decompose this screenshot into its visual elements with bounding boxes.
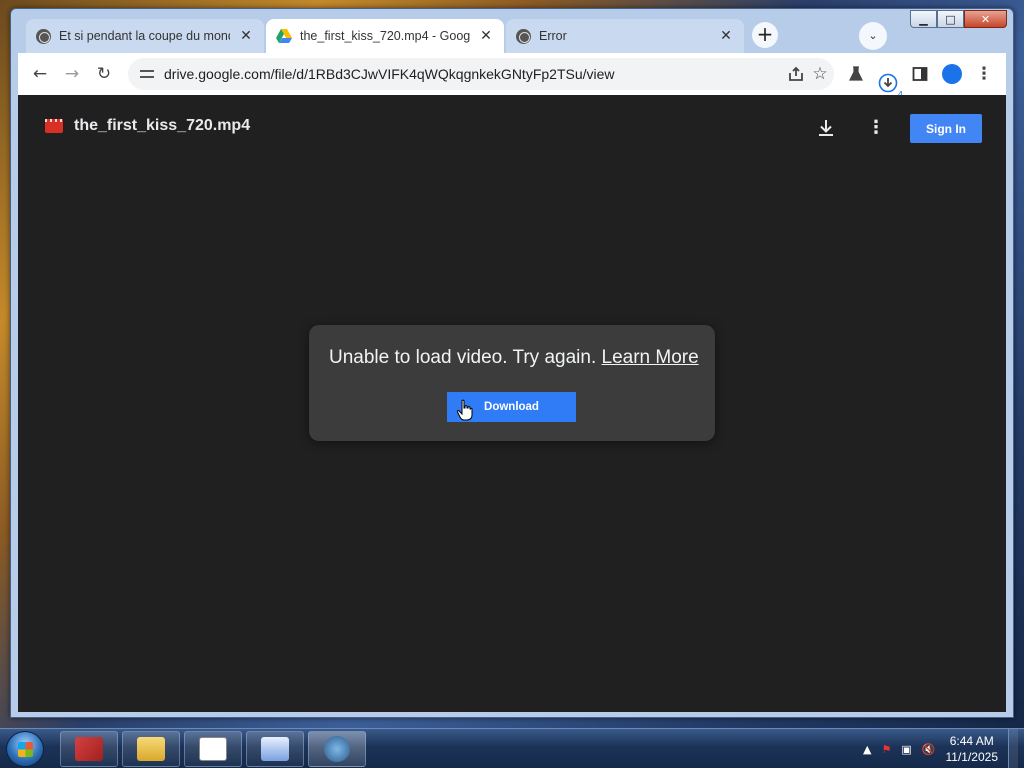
hand-cursor-icon bbox=[457, 399, 473, 421]
maximize-button[interactable]: □ bbox=[937, 10, 964, 28]
forward-icon[interactable]: → bbox=[60, 62, 84, 86]
network-icon[interactable]: ▣ bbox=[901, 743, 911, 756]
error-message: Unable to load video. Try again. Learn M… bbox=[329, 347, 699, 369]
globe-icon bbox=[36, 28, 51, 44]
volume-muted-icon[interactable]: 🔇 bbox=[922, 743, 936, 756]
learn-more-link[interactable]: Learn More bbox=[602, 347, 699, 368]
clock-date: 11/1/2025 bbox=[945, 750, 999, 764]
folder-icon bbox=[137, 737, 165, 761]
action-center-flag-icon[interactable]: ⚑ bbox=[882, 743, 892, 756]
address-bar[interactable]: drive.google.com/file/d/1RBd3CJwVIFK4qWQ… bbox=[128, 58, 834, 90]
browser-icon bbox=[324, 736, 350, 762]
video-file-icon bbox=[45, 119, 63, 133]
tab-title: Et si pendant la coupe du mond bbox=[59, 29, 230, 43]
show-hidden-icons-arrow[interactable]: ▲ bbox=[863, 743, 871, 756]
more-options-icon[interactable]: ⋮ bbox=[867, 117, 885, 141]
taskbar-browser[interactable] bbox=[308, 731, 366, 767]
profile-avatar-icon[interactable] bbox=[940, 62, 964, 86]
close-tab-icon[interactable]: ✕ bbox=[238, 28, 254, 44]
tab-title: Error bbox=[539, 29, 567, 43]
show-desktop-button[interactable] bbox=[1008, 729, 1018, 768]
menu-kebab-icon[interactable]: ⋮ bbox=[972, 62, 996, 86]
download-icon[interactable] bbox=[815, 117, 839, 141]
file-title: the_first_kiss_720.mp4 bbox=[74, 117, 251, 134]
taskbar-app-1[interactable] bbox=[60, 731, 118, 767]
app-icon bbox=[75, 737, 103, 761]
start-button[interactable] bbox=[6, 731, 44, 767]
taskbar: ▲ ⚑ ▣ 🔇 6:44 AM 11/1/2025 bbox=[0, 728, 1024, 768]
site-info-icon[interactable] bbox=[140, 67, 154, 81]
reload-icon[interactable]: ↻ bbox=[92, 62, 116, 86]
browser-toolbar: ← → ↻ drive.google.com/file/d/1RBd3CJwVI… bbox=[18, 53, 1006, 99]
taskbar-notepad[interactable] bbox=[184, 731, 242, 767]
close-tab-icon[interactable]: ✕ bbox=[478, 28, 494, 44]
share-icon[interactable] bbox=[784, 62, 808, 86]
sign-in-button[interactable]: Sign In bbox=[910, 114, 982, 143]
globe-icon bbox=[516, 28, 531, 44]
new-tab-button[interactable]: + bbox=[752, 22, 778, 48]
google-drive-icon bbox=[276, 29, 292, 43]
tab-et-si-pendant[interactable]: Et si pendant la coupe du mond ✕ bbox=[26, 19, 264, 53]
url-text[interactable]: drive.google.com/file/d/1RBd3CJwVIFK4qWQ… bbox=[164, 66, 615, 82]
system-tray: ▲ ⚑ ▣ 🔇 6:44 AM 11/1/2025 bbox=[863, 729, 1018, 768]
taskbar-wordpad[interactable] bbox=[246, 731, 304, 767]
notepad-icon bbox=[199, 737, 227, 761]
clock-time: 6:44 AM bbox=[949, 734, 994, 748]
video-error-dialog: Unable to load video. Try again. Learn M… bbox=[309, 325, 715, 441]
minimize-button[interactable]: ▁ bbox=[910, 10, 937, 28]
bookmark-star-icon[interactable]: ☆ bbox=[808, 62, 832, 86]
taskbar-explorer[interactable] bbox=[122, 731, 180, 767]
close-window-button[interactable]: ✕ bbox=[964, 10, 1007, 28]
tab-title: the_first_kiss_720.mp4 - Google bbox=[300, 29, 470, 43]
tab-error[interactable]: Error ✕ bbox=[506, 19, 744, 53]
close-tab-icon[interactable]: ✕ bbox=[718, 28, 734, 44]
tab-google-drive-video[interactable]: the_first_kiss_720.mp4 - Google ✕ bbox=[266, 19, 504, 53]
downloads-icon[interactable]: 4 bbox=[876, 71, 903, 99]
back-icon[interactable]: ← bbox=[28, 62, 52, 86]
window-controls: ▁ □ ✕ bbox=[910, 10, 1007, 28]
wordpad-icon bbox=[261, 737, 289, 761]
error-text: Unable to load video. Try again. bbox=[329, 347, 602, 368]
clock[interactable]: 6:44 AM 11/1/2025 bbox=[946, 733, 999, 765]
side-panel-icon[interactable] bbox=[908, 62, 932, 86]
tab-search-button[interactable]: ⌄ bbox=[859, 22, 887, 50]
labs-flask-icon[interactable] bbox=[844, 62, 868, 86]
drive-video-viewer: the_first_kiss_720.mp4 ⋮ Sign In Unable … bbox=[18, 95, 1006, 712]
